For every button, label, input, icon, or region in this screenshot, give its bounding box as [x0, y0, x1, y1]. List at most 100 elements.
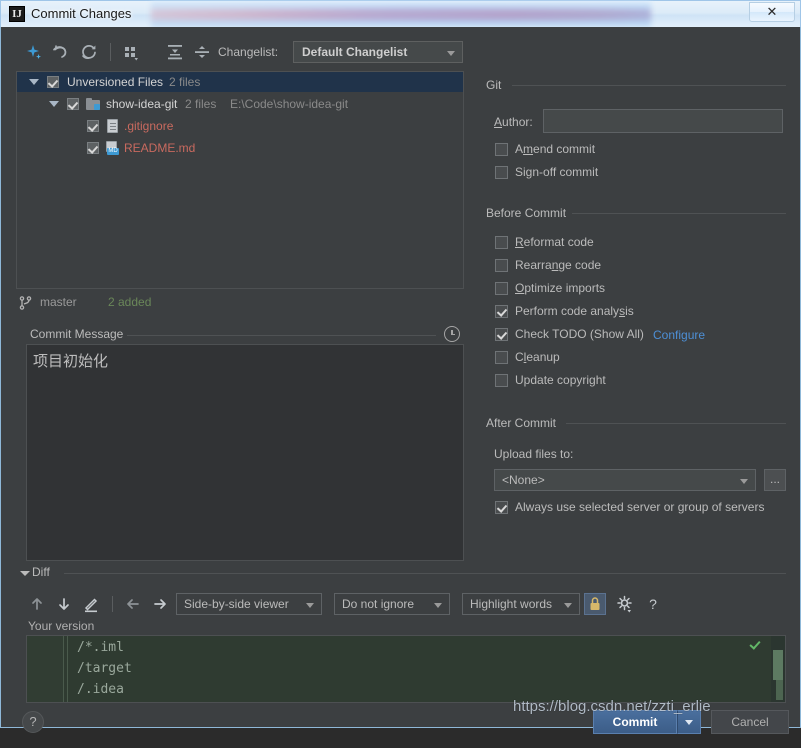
configure-link[interactable]: Configure	[653, 328, 705, 342]
tree-label: Unversioned Files	[67, 75, 163, 89]
window-titlebar: IJ Commit Changes ✕	[0, 0, 801, 27]
chevron-down-icon	[740, 479, 748, 484]
branch-name: master	[40, 295, 77, 309]
commit-changes-window: IJ Commit Changes ✕	[0, 0, 801, 728]
commit-message-title: Commit Message	[26, 327, 127, 341]
before-commit-group-header: Before Commit	[486, 206, 786, 220]
diff-line-text: /target	[77, 661, 132, 676]
diff-section-header[interactable]: Diff	[16, 567, 786, 581]
diff-viewer-mode-select[interactable]: Side-by-side viewer	[176, 593, 322, 615]
intellij-idea-icon: IJ	[9, 6, 25, 22]
tree-row-readme[interactable]: MD README.md	[17, 138, 463, 158]
chevron-down-icon	[447, 51, 455, 56]
chevron-down-icon	[306, 603, 314, 608]
commit-message-input[interactable]: 项目初始化	[26, 344, 464, 561]
chevron-down-icon[interactable]	[49, 101, 59, 107]
close-icon: ✕	[750, 3, 794, 21]
collapse-all-icon[interactable]	[191, 41, 213, 63]
upload-server-select[interactable]: <None>	[494, 469, 756, 491]
diff-highlight-mode-select[interactable]: Highlight words	[462, 593, 580, 615]
changelist-label: Changelist:	[218, 45, 278, 59]
tree-checkbox[interactable]	[87, 142, 99, 154]
author-input[interactable]	[543, 109, 783, 133]
checkbox-box	[495, 166, 508, 179]
diff-viewer-mode-value: Side-by-side viewer	[184, 597, 289, 611]
reformat-code-label: Reformat code	[515, 235, 594, 249]
checkbox-box	[495, 501, 508, 514]
author-label: Author:	[494, 115, 533, 129]
diff-scrollbar[interactable]	[771, 636, 785, 702]
optimize-imports-label: Optimize imports	[515, 281, 605, 295]
folder-icon	[86, 98, 100, 110]
diff-ignore-mode-select[interactable]: Do not ignore	[334, 593, 450, 615]
apply-left-icon[interactable]	[122, 593, 144, 615]
cancel-button[interactable]: Cancel	[711, 710, 789, 734]
branch-added-count: 2 added	[108, 295, 151, 309]
perform-code-analysis-label: Perform code analysis	[515, 304, 634, 318]
tree-file-count: 2 files	[169, 75, 200, 89]
revert-icon[interactable]	[50, 41, 72, 63]
settings-icon[interactable]	[614, 593, 636, 615]
diff-help-icon[interactable]: ?	[642, 593, 664, 615]
git-branch-icon	[18, 295, 34, 311]
previous-difference-icon[interactable]	[26, 593, 48, 615]
checkbox-box	[495, 259, 508, 272]
next-difference-icon[interactable]	[53, 593, 75, 615]
tree-checkbox[interactable]	[67, 98, 79, 110]
commit-message-header: Commit Message	[16, 327, 464, 343]
changes-file-tree[interactable]: Unversioned Files 2 files show-idea-git …	[16, 71, 464, 289]
group-by-icon[interactable]	[120, 41, 142, 63]
markdown-icon: MD	[106, 141, 119, 155]
diff-scrollbar-thumb-secondary[interactable]	[776, 680, 783, 700]
checkbox-box	[495, 305, 508, 318]
chevron-down-icon[interactable]	[20, 571, 30, 576]
tree-checkbox[interactable]	[47, 76, 59, 88]
diff-content-pane[interactable]: 1 /*.iml 2 /target 3 /.idea	[26, 635, 786, 703]
dialog-body: Changelist: Default Changelist Unversion…	[0, 27, 801, 728]
tree-checkbox[interactable]	[87, 120, 99, 132]
clock-icon[interactable]	[444, 326, 460, 342]
tree-row-show-idea-git[interactable]: show-idea-git 2 files E:\Code\show-idea-…	[17, 94, 463, 114]
diff-line-number-gutter	[27, 636, 64, 702]
tree-label: show-idea-git	[106, 97, 177, 111]
commit-message-value: 项目初始化	[33, 350, 108, 371]
tree-file-path: E:\Code\show-idea-git	[230, 97, 348, 111]
tree-row-gitignore[interactable]: .gitignore	[17, 116, 463, 136]
chevron-down-icon	[434, 603, 442, 608]
update-copyright-label: Update copyright	[515, 373, 606, 387]
tree-row-unversioned-files[interactable]: Unversioned Files 2 files	[17, 72, 463, 92]
tree-file-count: 2 files	[185, 97, 216, 111]
git-group-header: Git	[486, 78, 786, 92]
cleanup-label: Cleanup	[515, 350, 560, 364]
tree-label: .gitignore	[124, 119, 173, 133]
diff-no-problems-icon	[749, 639, 761, 649]
expand-all-icon[interactable]	[164, 41, 186, 63]
help-button[interactable]: ?	[22, 711, 44, 733]
watermark-text: https://blog.csdn.net/zzti_erlie	[513, 698, 711, 715]
section-divider	[512, 85, 786, 86]
checkbox-box	[495, 374, 508, 387]
toolbar-separator	[112, 596, 113, 612]
diff-line-text: /*.iml	[77, 640, 124, 655]
diff-gutter-divider	[67, 636, 68, 702]
refresh-icon[interactable]	[78, 41, 100, 63]
chevron-down-icon[interactable]	[29, 79, 39, 85]
changelist-select[interactable]: Default Changelist	[293, 41, 463, 63]
after-commit-group-header: After Commit	[486, 416, 786, 430]
upload-browse-button[interactable]: ...	[764, 469, 786, 491]
edit-source-icon[interactable]	[80, 593, 102, 615]
checkbox-box	[495, 282, 508, 295]
git-group-title: Git	[486, 78, 507, 92]
close-window-button[interactable]: ✕	[749, 2, 795, 22]
show-diff-icon[interactable]	[22, 41, 44, 63]
always-use-server-label: Always use selected server or group of s…	[515, 500, 764, 514]
toolbar-separator	[110, 43, 111, 61]
amend-commit-label: Amend commit	[515, 142, 595, 156]
apply-right-icon[interactable]	[149, 593, 171, 615]
diff-scrollbar-thumb[interactable]	[773, 650, 783, 680]
dialog-content: Changelist: Default Changelist Unversion…	[8, 31, 794, 701]
lock-icon[interactable]	[584, 593, 606, 615]
rearrange-code-label: Rearrange code	[515, 258, 601, 272]
upload-server-value: <None>	[502, 473, 545, 487]
section-divider	[572, 213, 786, 214]
